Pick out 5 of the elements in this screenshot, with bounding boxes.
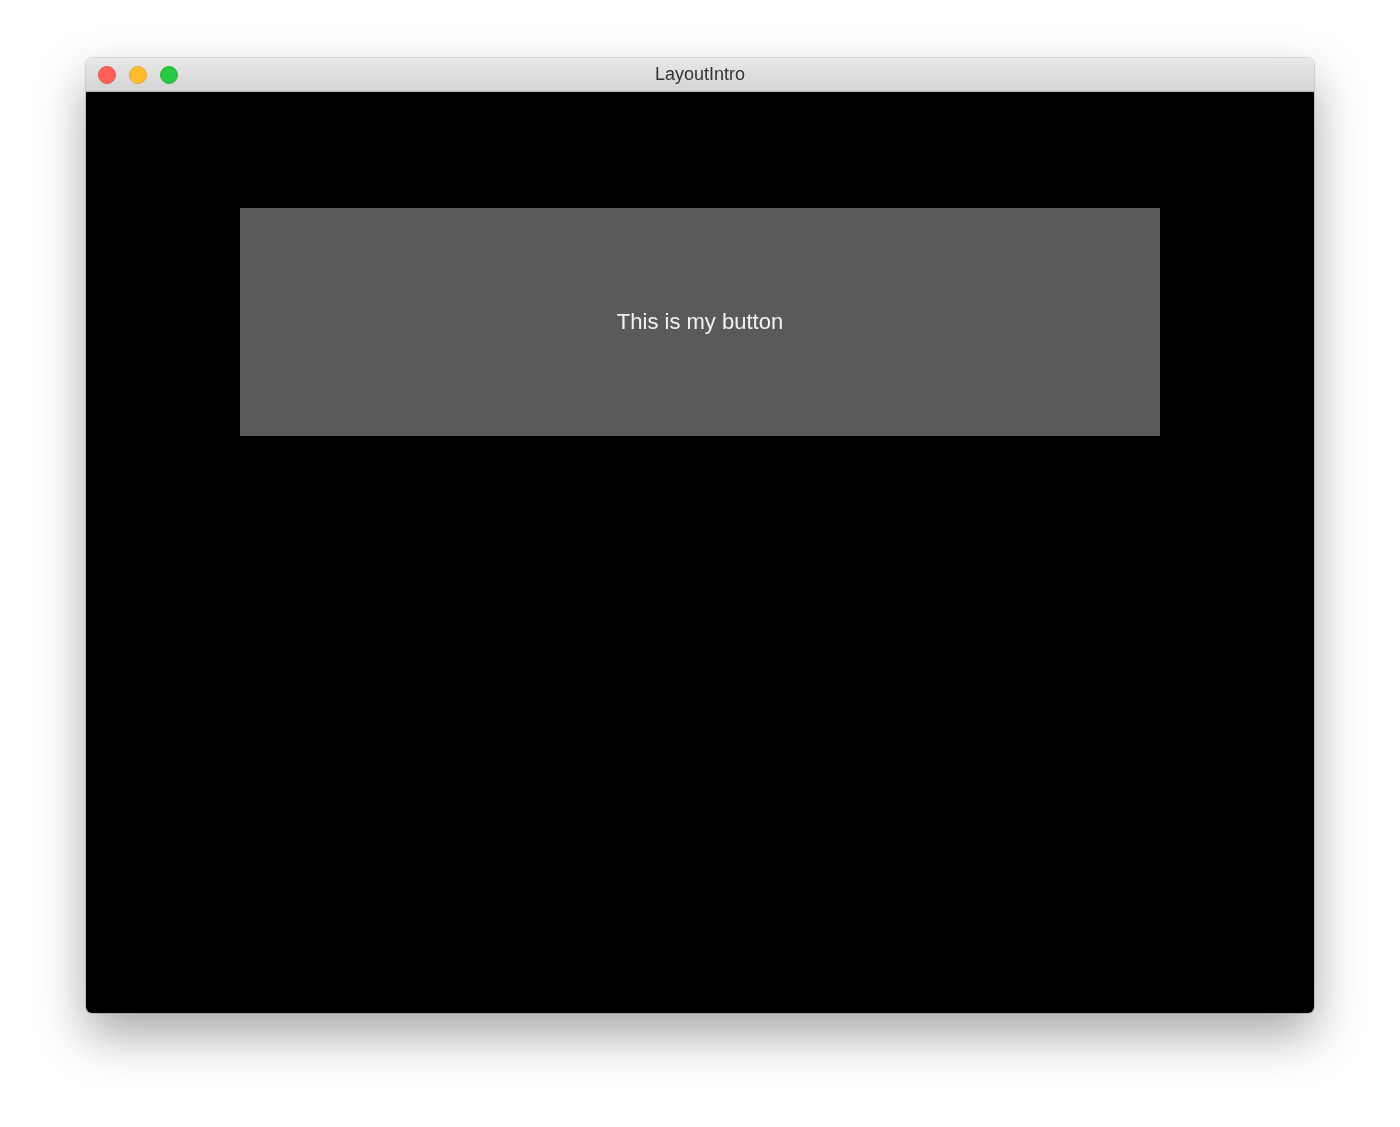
zoom-icon[interactable] [160, 65, 178, 84]
window-title: LayoutIntro [654, 64, 746, 85]
minimize-icon[interactable] [129, 65, 147, 84]
close-icon[interactable] [98, 65, 116, 84]
content-button[interactable]: This is my button [240, 208, 1160, 436]
